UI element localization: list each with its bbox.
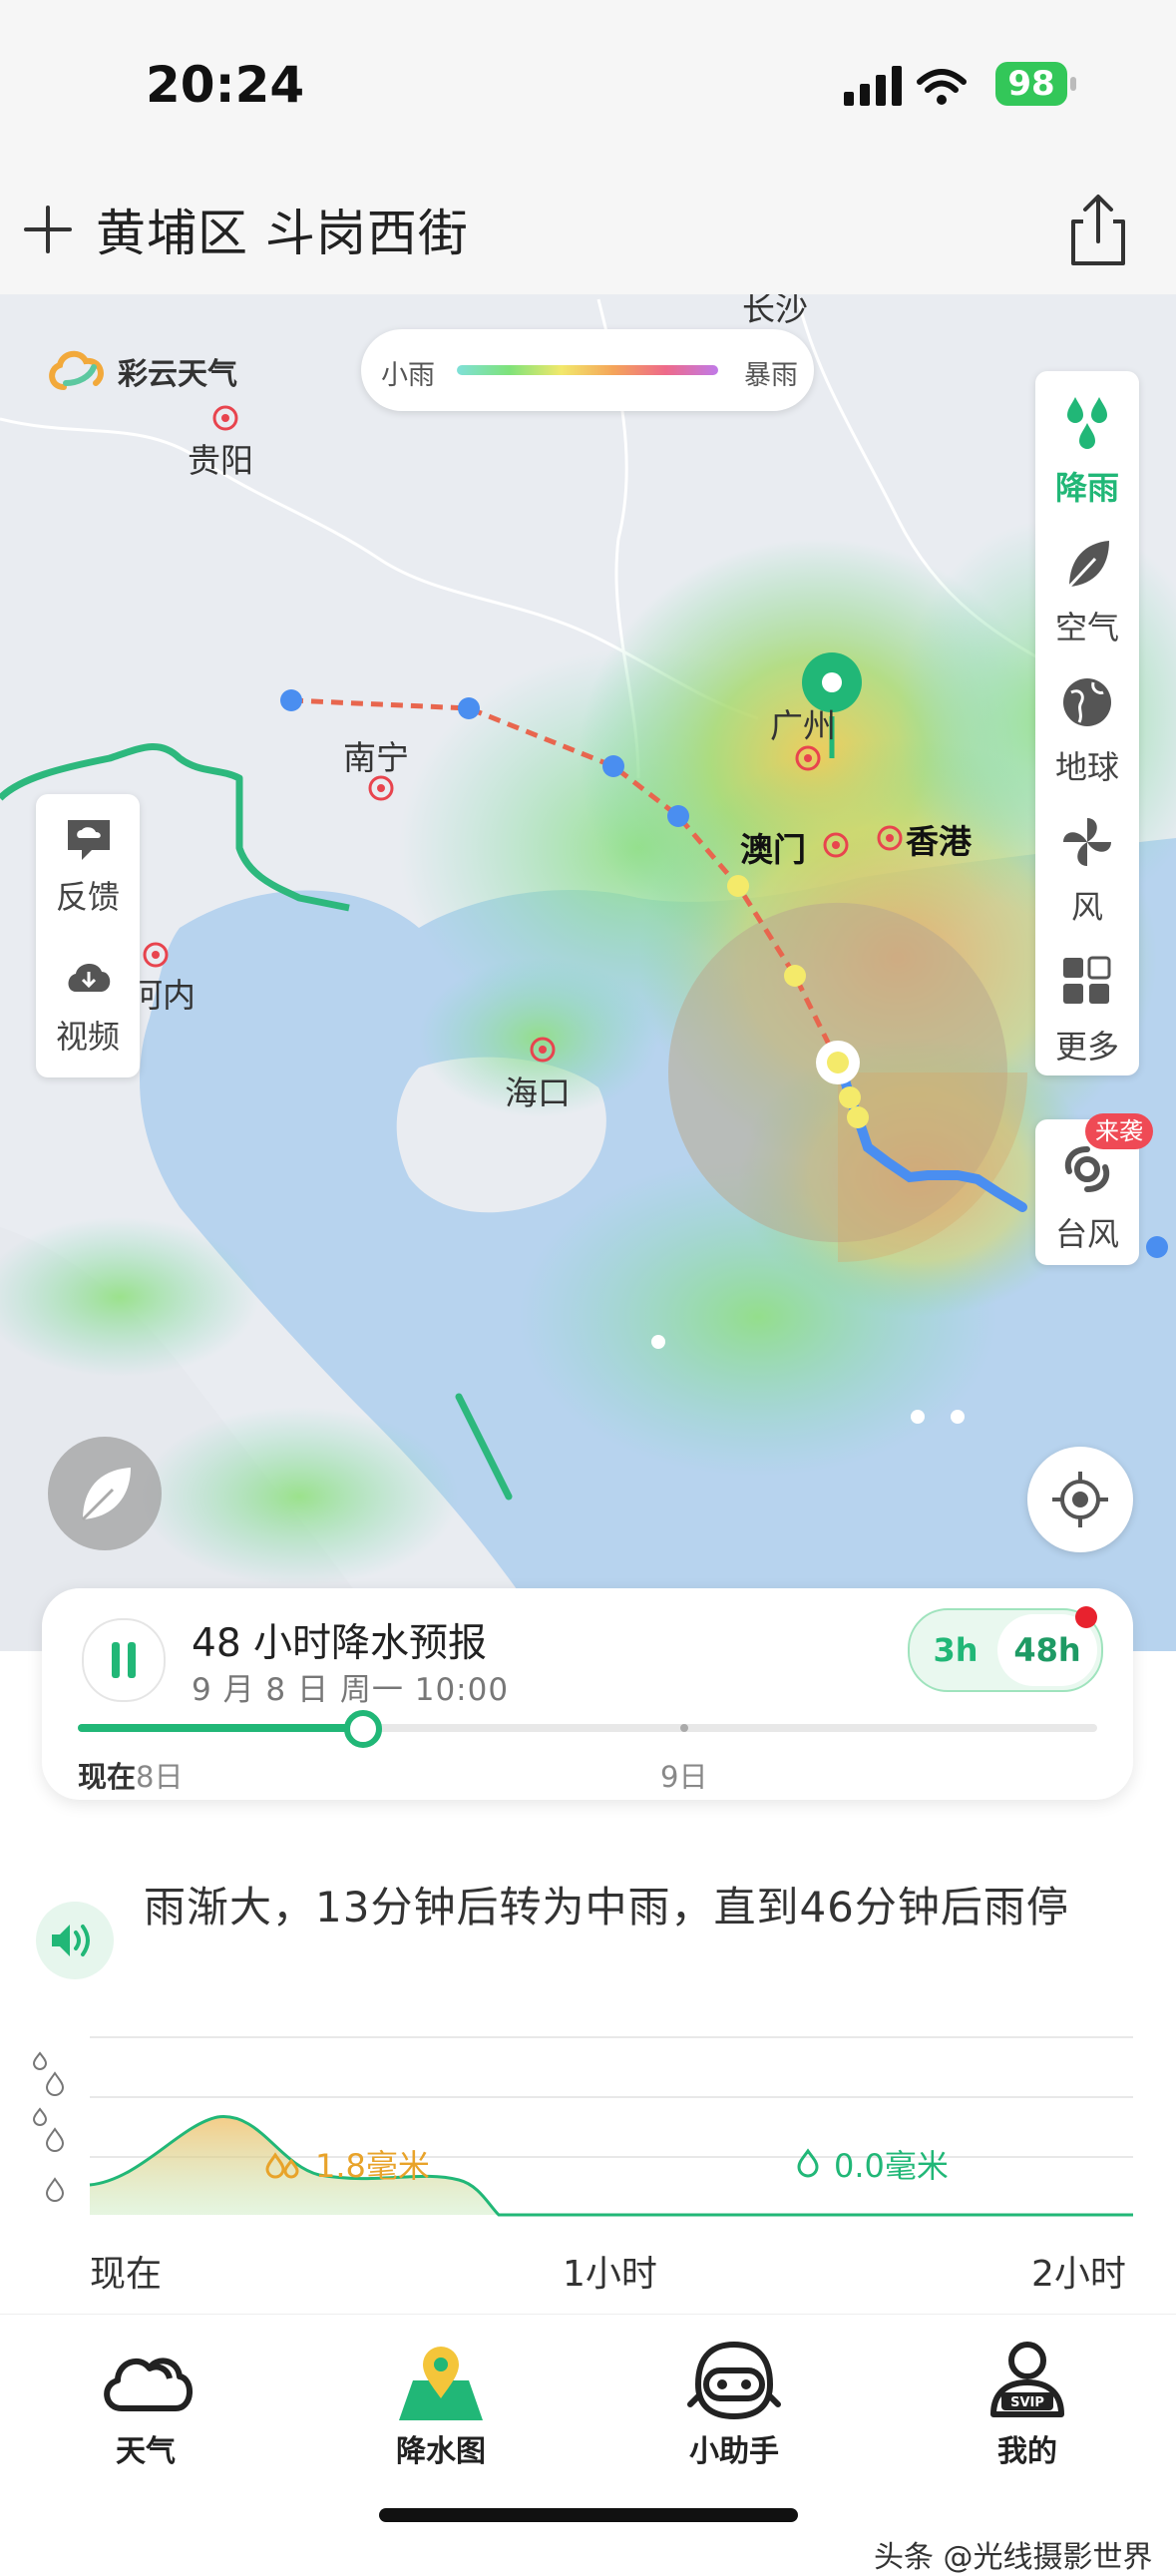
brand-name: 彩云天气 [118, 357, 237, 392]
city-macau: 澳门 [740, 830, 806, 869]
wind-icon [1063, 818, 1111, 866]
chart-x-label-now: 现在 [90, 2254, 163, 2295]
city-guiyang: 贵阳 [188, 441, 253, 480]
tab-weather[interactable]: 天气 [46, 2315, 245, 2484]
city-haikou: 海口 [505, 1073, 571, 1112]
share-icon[interactable] [1063, 192, 1133, 269]
feedback-icon [68, 820, 110, 860]
grid-icon [1063, 956, 1111, 1004]
precipitation-map[interactable]: 长沙 贵阳 南宁 广州 澳门 香港 河内 海口 [0, 294, 1176, 1651]
battery-tip [1070, 77, 1076, 91]
forecast-datetime: 9 月 8 日 周一 10:00 [192, 1672, 510, 1708]
tab-assistant[interactable]: 小助手 [634, 2315, 834, 2484]
layer-rain[interactable]: 降雨 [1035, 377, 1139, 517]
city-nanning: 南宁 [343, 738, 409, 777]
timeline-scrubber[interactable] [344, 1710, 383, 1748]
chart-x-label-2h: 2小时 [1031, 2254, 1126, 2295]
legend-gradient-bar [457, 365, 718, 375]
profile-icon: SVIP [990, 2342, 1064, 2417]
tab-profile[interactable]: SVIP 我的 [928, 2315, 1127, 2484]
speaker-icon [52, 1925, 90, 1956]
precip-summary-text: 雨渐大，13分钟后转为中雨，直到46分钟后雨停 [144, 1883, 1069, 1932]
video-icon [68, 963, 111, 992]
rain-intensity-legend: 小雨 暴雨 [361, 329, 814, 411]
legend-high-label: 暴雨 [744, 360, 798, 391]
day-tick [680, 1724, 688, 1732]
legend-low-label: 小雨 [381, 360, 435, 391]
peak-amount-label: 1.8毫米 [315, 2147, 430, 2185]
crosshair-icon [1052, 1472, 1108, 1527]
end-amount-label: 0.0毫米 [834, 2147, 949, 2185]
left-tool-panel: 反馈 视频 [36, 794, 140, 1077]
layer-panel: 降雨 空气 地球 风 更多 [1035, 371, 1139, 1075]
pause-button[interactable] [82, 1618, 166, 1702]
assistant-icon [687, 2341, 781, 2420]
pause-icon [112, 1642, 120, 1678]
location-title[interactable]: 黄埔区 斗岗西街 [96, 194, 469, 265]
globe-icon [1063, 678, 1111, 726]
svg-text:SVIP: SVIP [1010, 2395, 1044, 2410]
air-quality-toggle-button[interactable] [48, 1437, 162, 1550]
status-time: 20:24 [146, 56, 305, 114]
home-indicator [379, 2508, 798, 2522]
city-guangzhou: 广州 [770, 706, 836, 745]
timeline-progress [78, 1724, 364, 1732]
segment-3h[interactable]: 3h [910, 1610, 1001, 1690]
timeline-day-label: 9日 [660, 1760, 708, 1794]
map-pin-icon [399, 2347, 483, 2420]
chart-x-label-1h: 1小时 [563, 2254, 657, 2295]
tab-precip-map[interactable]: 降水图 [341, 2315, 541, 2484]
signal-icon [844, 66, 967, 106]
city-changsha: 长沙 [742, 294, 808, 328]
timeline-now-label: 现在8日 [78, 1760, 184, 1794]
city-hongkong: 香港 [906, 822, 972, 861]
range-segmented-control: 3h 48h [908, 1608, 1103, 1692]
plus-icon[interactable] [20, 202, 76, 257]
rain-icon [1067, 397, 1107, 449]
layer-air[interactable]: 空气 [1035, 517, 1139, 656]
typhoon-alert-badge: 来袭 [1085, 1113, 1153, 1149]
video-button[interactable]: 视频 [36, 934, 140, 1073]
forecast-timeline-card: 48 小时降水预报 9 月 8 日 周一 10:00 3h 48h 现在8日 9… [42, 1588, 1133, 1800]
leaf-icon [81, 1468, 131, 1521]
layer-globe[interactable]: 地球 [1035, 656, 1139, 796]
battery-indicator: 98 [995, 62, 1067, 106]
end-drop-icon [797, 2148, 819, 2178]
locate-me-button[interactable] [1027, 1447, 1133, 1552]
speaker-button[interactable] [36, 1902, 114, 1979]
cloud-icon [104, 2358, 193, 2411]
watermark: 头条 @光线摄影世界 [874, 2540, 1153, 2575]
forecast-title: 48 小时降水预报 [192, 1621, 488, 1666]
layer-wind[interactable]: 风 [1035, 796, 1139, 936]
drop-scale-icons [32, 2051, 65, 2202]
notification-dot [1075, 1606, 1097, 1628]
layer-more[interactable]: 更多 [1035, 936, 1139, 1075]
leaf-icon [1067, 541, 1109, 589]
caiyun-logo-icon [49, 350, 104, 390]
feedback-button[interactable]: 反馈 [36, 794, 140, 934]
